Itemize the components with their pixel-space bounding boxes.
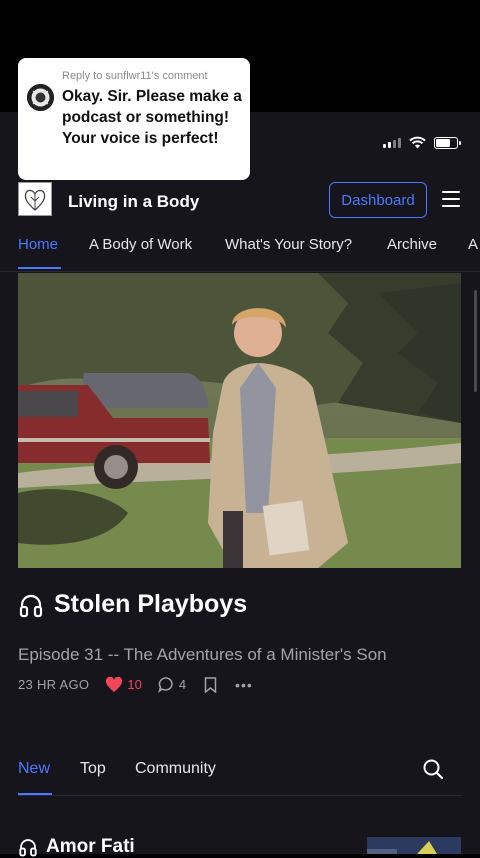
post-title-row[interactable]: Stolen Playboys [18, 590, 247, 619]
tab-new[interactable]: New [18, 760, 50, 778]
list-item-title[interactable]: Amor Fati [46, 836, 135, 858]
nav-active-underline [18, 267, 61, 269]
comment-count: 4 [178, 677, 187, 692]
post-subtitle[interactable]: Episode 31 -- The Adventures of a Minist… [18, 645, 387, 665]
post-meta: 23 HR AGO 10 4 ••• [18, 676, 253, 693]
bookmark-icon[interactable] [204, 676, 217, 693]
tab-community[interactable]: Community [135, 760, 216, 778]
post-list-item[interactable]: Amor Fati [18, 836, 135, 858]
status-bar [383, 136, 461, 149]
post-hero-image[interactable] [18, 273, 461, 568]
nav-tab-a-body-of-work[interactable]: A Body of Work [89, 236, 192, 253]
publication-header: Living in a Body Dashboard [0, 182, 480, 222]
list-item-thumbnail[interactable] [367, 837, 461, 854]
signal-icon [383, 137, 401, 148]
tab-top[interactable]: Top [80, 760, 106, 778]
nav-tab-about[interactable]: A [468, 236, 478, 253]
nav-divider [0, 271, 480, 272]
dashboard-button[interactable]: Dashboard [329, 182, 427, 218]
wifi-icon [409, 136, 426, 149]
reply-comment-text: Okay. Sir. Please make a podcast or some… [62, 88, 242, 147]
nav-tab-home[interactable]: Home [18, 236, 58, 253]
post-list-tabs: New Top Community [18, 758, 462, 796]
nav-tabs: Home A Body of Work What's Your Story? A… [18, 234, 480, 272]
comment-icon[interactable] [158, 676, 175, 693]
battery-icon [434, 136, 461, 149]
headphones-icon [19, 839, 37, 857]
hamburger-menu-icon[interactable] [442, 191, 460, 207]
reply-to-label: Reply to sunflwr11's comment [62, 70, 208, 82]
nav-tab-whats-your-story[interactable]: What's Your Story? [225, 236, 352, 253]
search-icon[interactable] [422, 758, 444, 780]
headphones-icon [19, 594, 43, 617]
reply-comment-bubble: Reply to sunflwr11's comment Okay. Sir. … [18, 58, 250, 180]
more-options-icon[interactable]: ••• [235, 677, 253, 693]
publication-logo[interactable] [18, 182, 52, 216]
tabs-divider [18, 795, 462, 796]
publication-title[interactable]: Living in a Body [68, 192, 199, 212]
like-count: 10 [127, 677, 142, 692]
nav-tab-archive[interactable]: Archive [387, 236, 437, 253]
scrollbar[interactable] [474, 290, 477, 392]
heart-icon[interactable] [105, 676, 123, 693]
commenter-avatar [27, 84, 54, 111]
heart-sketch-icon [24, 189, 46, 211]
post-title[interactable]: Stolen Playboys [54, 590, 247, 619]
post-date: 23 HR AGO [18, 677, 90, 692]
